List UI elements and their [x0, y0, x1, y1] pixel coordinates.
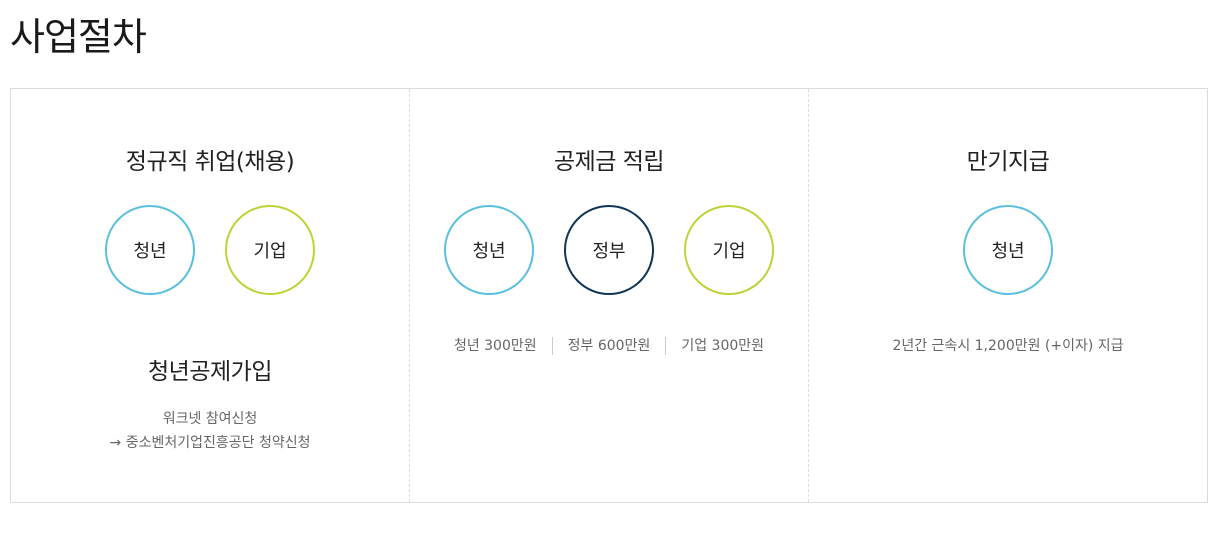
government-circle: 정부 [564, 205, 654, 295]
page-title: 사업절차 [10, 15, 147, 59]
youth-circle: 청년 [963, 205, 1053, 295]
step-accumulation: 공제금 적립 청년 정부 기업 청년 300만원 정부 600만원 기업 300… [409, 89, 808, 502]
step-maturity: 만기지급 청년 2년간 근속시 1,200만원 (+이자) 지급 [808, 89, 1207, 502]
company-circle: 기업 [684, 205, 774, 295]
youth-circle: 청년 [444, 205, 534, 295]
step-title: 공제금 적립 [553, 149, 665, 175]
company-circle: 기업 [225, 205, 315, 295]
note-line: → 중소벤처기업진흥공단 청약신청 [109, 435, 311, 451]
participant-circles: 청년 정부 기업 [410, 205, 808, 295]
participant-circles: 청년 [809, 205, 1207, 295]
contribution-amounts: 청년 300만원 정부 600만원 기업 300만원 [410, 337, 808, 355]
step-notes: 워크넷 참여신청 → 중소벤처기업진흥공단 청약신청 [11, 407, 409, 455]
participant-circles: 청년 기업 [11, 205, 409, 295]
youth-amount: 청년 300만원 [453, 338, 537, 354]
note-line: 워크넷 참여신청 [162, 411, 258, 427]
step-subtitle: 청년공제가입 [148, 359, 272, 385]
step-title: 정규직 취업(채용) [125, 149, 295, 175]
government-amount: 정부 600만원 [551, 337, 666, 355]
process-panel: 정규직 취업(채용) 청년 기업 청년공제가입 워크넷 참여신청 → 중소벤처기… [10, 88, 1208, 503]
payout-text: 2년간 근속시 1,200만원 (+이자) 지급 [892, 338, 1124, 354]
youth-circle: 청년 [105, 205, 195, 295]
step-title: 만기지급 [966, 149, 1050, 175]
step-employment: 정규직 취업(채용) 청년 기업 청년공제가입 워크넷 참여신청 → 중소벤처기… [11, 89, 409, 502]
company-amount: 기업 300만원 [665, 337, 779, 355]
